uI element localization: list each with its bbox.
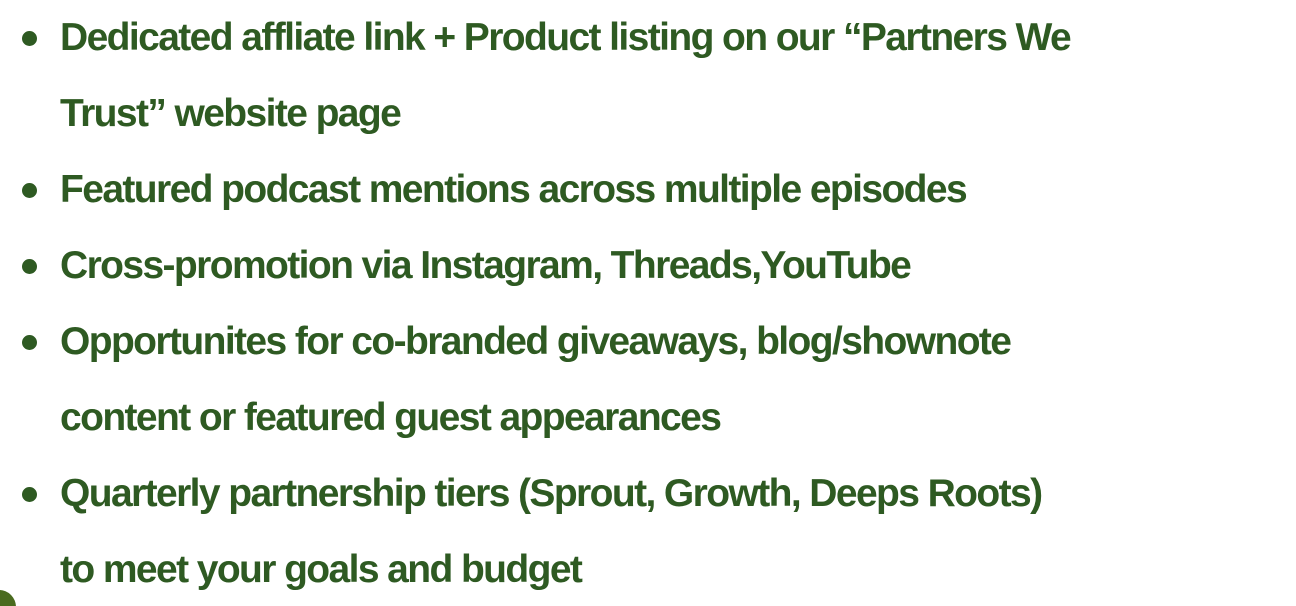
list-item-text: Featured podcast mentions across multipl… [60, 168, 968, 211]
list-item: Opportunites for co-branded giveaways, b… [0, 304, 1296, 456]
list-item: Featured podcast mentions across multipl… [0, 152, 1296, 228]
bullet-dot-icon [22, 487, 37, 502]
bullet-dot-icon [22, 183, 37, 198]
bullet-dot-icon [22, 31, 37, 46]
list-item-text: Dedicated affliate link + Product listin… [60, 16, 1072, 135]
list-item-text: Opportunites for co-branded giveaways, b… [60, 320, 1012, 439]
list-item: Dedicated affliate link + Product listin… [0, 0, 1296, 152]
list-item: Cross-promotion via Instagram, Threads,Y… [0, 228, 1296, 304]
page: Dedicated affliate link + Product listin… [0, 0, 1296, 606]
bullet-dot-icon [22, 259, 37, 274]
list-item: Quarterly partnership tiers (Sprout, Gro… [0, 456, 1296, 606]
bullet-dot-icon [22, 335, 37, 350]
list-item-text: Quarterly partnership tiers (Sprout, Gro… [60, 472, 1043, 591]
benefits-list: Dedicated affliate link + Product listin… [0, 0, 1296, 606]
list-item-text: Cross-promotion via Instagram, Threads,Y… [60, 244, 912, 287]
